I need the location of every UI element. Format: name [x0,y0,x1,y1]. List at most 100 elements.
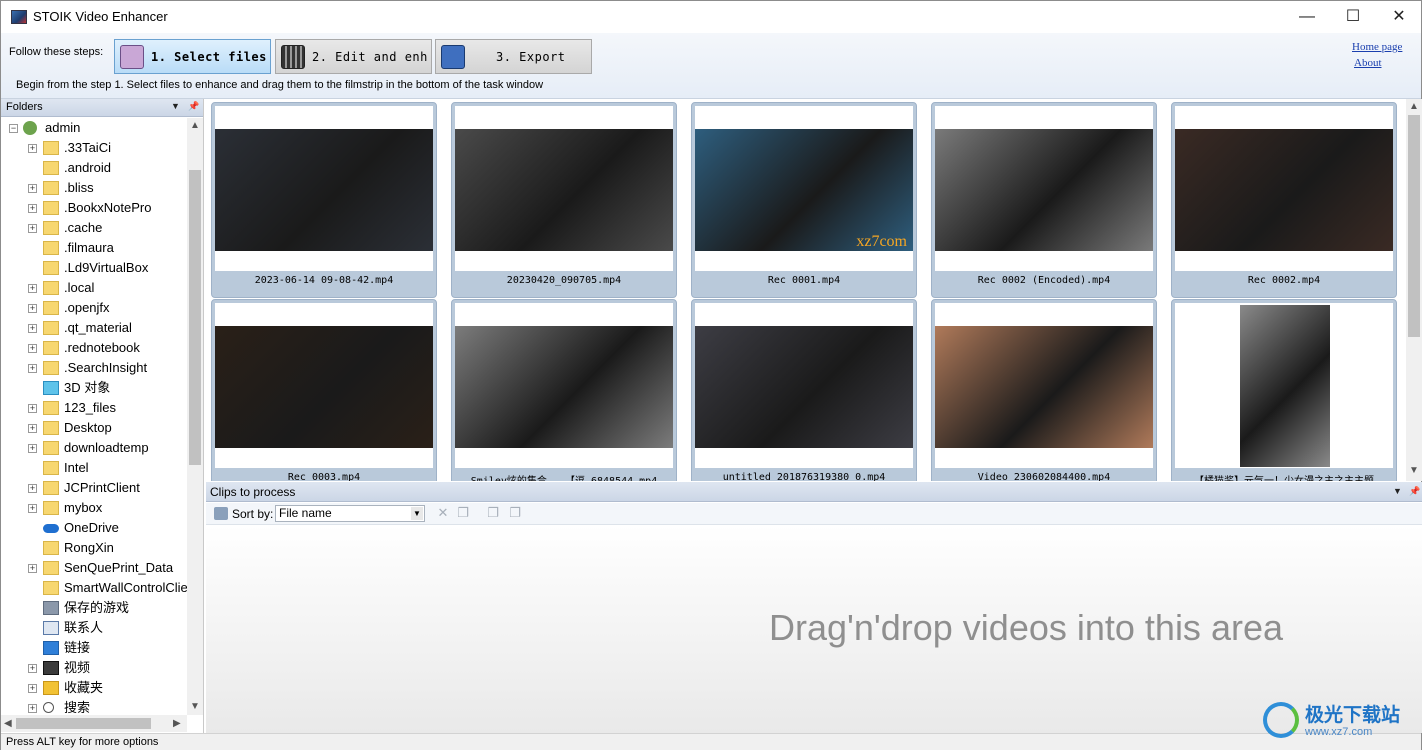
panel-menu-icon[interactable]: ▼ [1393,486,1402,496]
pin-icon[interactable]: 📌 [188,101,199,112]
pin-icon[interactable]: 📌 [1409,486,1420,497]
step-export-button[interactable]: 3. Export [435,39,592,74]
copy-icon[interactable]: ❐ [456,506,470,520]
expand-icon[interactable]: + [28,284,37,293]
expand-icon[interactable]: + [28,144,37,153]
tree-item[interactable]: + .rednotebook [1,338,187,358]
video-tile[interactable]: Smiley炫的集合...【逗 6848544.mp4 [451,299,677,481]
collapse-icon[interactable]: − [9,124,18,133]
move-left-icon[interactable]: ❐ [486,506,500,520]
video-tile[interactable]: xz7com Rec 0001.mp4 [691,102,917,298]
expand-icon[interactable]: + [28,484,37,493]
select-files-icon [120,45,144,69]
expand-icon[interactable]: + [28,404,37,413]
close-button[interactable]: ✕ [1376,1,1422,33]
tree-item[interactable]: .Ld9VirtualBox [1,258,187,278]
home-page-link[interactable]: Home page [1352,39,1402,55]
tree-item-label: SmartWallControlClie [64,580,187,595]
tree-item[interactable]: 保存的游戏 [1,598,187,618]
expand-icon[interactable]: + [28,364,37,373]
tree-horizontal-scrollbar[interactable]: ◀ ▶ [1,715,187,732]
minimize-button[interactable]: — [1284,1,1330,33]
expand-icon[interactable]: + [28,344,37,353]
sort-by-select[interactable]: File name ▼ [275,505,425,522]
expand-icon[interactable]: + [28,324,37,333]
video-tile[interactable]: 2023-06-14 09-08-42.mp4 [211,102,437,298]
about-link[interactable]: About [1354,55,1402,71]
sort-value: File name [279,506,332,520]
tree-item[interactable]: +123_files [1,398,187,418]
tree-item[interactable]: RongXin [1,538,187,558]
scroll-thumb[interactable] [189,170,201,465]
folder-icon [43,421,59,435]
expand-icon[interactable]: + [28,664,37,673]
move-right-icon[interactable]: ❐ [508,506,522,520]
expand-icon[interactable]: + [28,204,37,213]
gallery-vertical-scrollbar[interactable]: ▲ ▼ [1406,99,1422,481]
drop-area[interactable]: Drag'n'drop videos into this area [206,525,1422,733]
scroll-up-icon[interactable]: ▲ [1409,101,1419,112]
tree-item[interactable]: 3D 对象 [1,378,187,398]
tree-item[interactable]: + JCPrintClient [1,478,187,498]
expand-icon[interactable]: + [28,304,37,313]
step-select-files-button[interactable]: 1. Select files [114,39,271,74]
folder-tree[interactable]: − admin + .33TaiCi .android + .bliss + .BookxN… [1,118,187,715]
scroll-down-icon[interactable]: ▼ [1409,465,1419,476]
tree-item[interactable]: + .qt_material [1,318,187,338]
maximize-button[interactable]: ☐ [1330,1,1376,33]
scroll-up-icon[interactable]: ▲ [190,120,200,131]
expand-icon[interactable]: + [28,184,37,193]
scroll-thumb[interactable] [1408,115,1420,337]
tree-item[interactable]: + mybox [1,498,187,518]
remove-icon[interactable]: ✕ [436,506,450,520]
tree-root-admin[interactable]: − admin [1,118,187,138]
panel-menu-icon[interactable]: ▼ [171,101,180,111]
expand-icon[interactable]: + [28,704,37,713]
expand-icon[interactable]: + [28,564,37,573]
tree-item[interactable]: + 视频 [1,658,187,678]
expand-icon[interactable]: + [28,224,37,233]
video-tile[interactable]: 【橘猫酱】元气一！少女漫之主之主主题 [1171,299,1397,481]
scroll-right-icon[interactable]: ▶ [173,718,181,729]
tree-item[interactable]: OneDrive [1,518,187,538]
video-tile[interactable]: 20230420_090705.mp4 [451,102,677,298]
video-tile[interactable]: Rec 0003.mp4 [211,299,437,481]
tree-item[interactable]: + 收藏夹 [1,678,187,698]
tree-item[interactable]: 链接 [1,638,187,658]
tree-item[interactable]: + SenQuePrint_Data [1,558,187,578]
folder-icon [43,201,59,215]
scroll-thumb[interactable] [16,718,151,729]
scroll-down-icon[interactable]: ▼ [190,701,200,712]
links-icon [43,641,59,655]
video-tile[interactable]: untitled 201876319380 0.mp4 [691,299,917,481]
tree-item[interactable]: + 搜索 [1,698,187,715]
tree-item[interactable]: + .BookxNotePro [1,198,187,218]
tree-item[interactable]: Intel [1,458,187,478]
thumbnail-frame: xz7com [695,106,913,271]
tree-item[interactable]: + .SearchInsight [1,358,187,378]
tree-item[interactable]: .filmaura [1,238,187,258]
video-tile[interactable]: Rec 0002 (Encoded).mp4 [931,102,1157,298]
tree-item[interactable]: SmartWallControlClie [1,578,187,598]
tree-item[interactable]: 联系人 [1,618,187,638]
tree-item[interactable]: + .33TaiCi [1,138,187,158]
tree-item[interactable]: + .cache [1,218,187,238]
expand-icon[interactable]: + [28,444,37,453]
video-tile[interactable]: Rec 0002.mp4 [1171,102,1397,298]
step-label: 2. Edit and enh... [312,50,428,64]
video-thumbnail [215,326,433,448]
tree-item[interactable]: + downloadtemp [1,438,187,458]
tree-item[interactable]: .android [1,158,187,178]
tree-item[interactable]: + Desktop [1,418,187,438]
expand-icon[interactable]: + [28,424,37,433]
expand-icon[interactable]: + [28,684,37,693]
expand-icon[interactable]: + [28,504,37,513]
tree-item[interactable]: + .openjfx [1,298,187,318]
video-tile[interactable]: Video 230602084400.mp4 [931,299,1157,481]
scroll-left-icon[interactable]: ◀ [4,718,12,729]
tree-vertical-scrollbar[interactable]: ▲ ▼ [187,118,203,715]
step-edit-enhance-button[interactable]: 2. Edit and enh... [275,39,432,74]
tree-item[interactable]: + .local [1,278,187,298]
video-filename: 2023-06-14 09-08-42.mp4 [254,275,394,286]
tree-item[interactable]: + .bliss [1,178,187,198]
